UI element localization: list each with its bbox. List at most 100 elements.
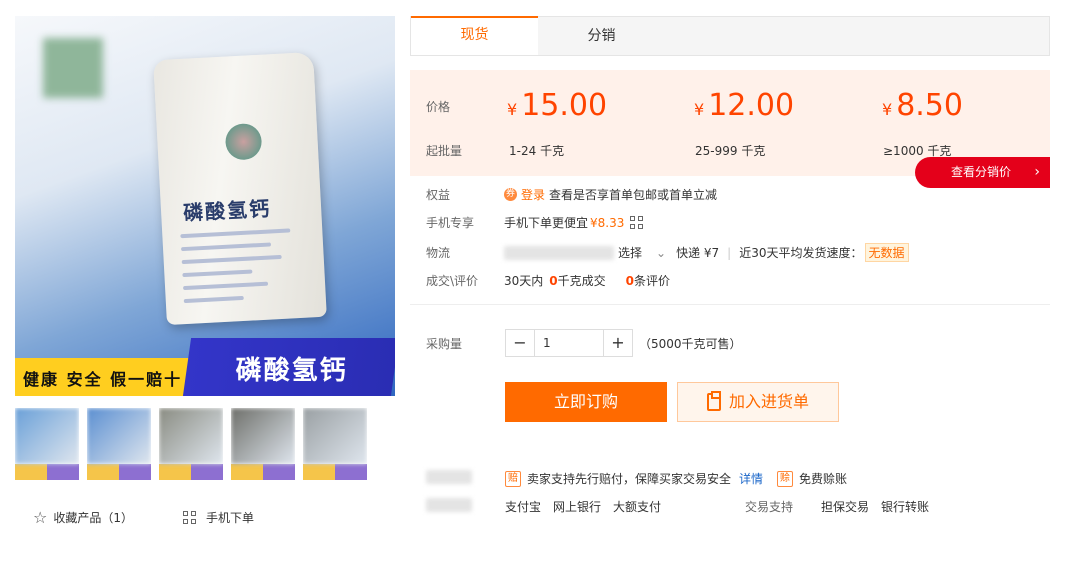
thumbnail-photo [231, 408, 295, 464]
trade-bank-transfer: 银行转账 [881, 500, 930, 514]
mobile-label: 手机专享 [426, 216, 475, 230]
promo-banner-left: 健康 安全 假一赔十 [15, 358, 195, 396]
batch-unit: 千克 [540, 144, 565, 158]
star-icon[interactable]: ☆ [33, 508, 47, 527]
add-to-cart-label: 加入进货单 [728, 392, 809, 411]
payment-alipay: 支付宝 [505, 500, 542, 514]
thumbnail-photo [159, 408, 223, 464]
ship-speed-label: 近30天平均发货速度： [739, 246, 863, 260]
benefit-text: 查看是否享首单包邮或首单立减 [549, 188, 718, 202]
deal-suffix: 千克成交 [557, 274, 606, 288]
quantity-stepper: − 1 + [505, 329, 633, 357]
buy-now-button[interactable]: 立即订购 [505, 382, 667, 422]
distribution-button-label: 查看分销价 [951, 165, 1012, 179]
blurred-label [426, 470, 472, 484]
section-divider [410, 304, 1050, 305]
price-label: 价格 [426, 100, 451, 114]
main-product-image[interactable]: 磷酸氢钙 健康 安全 假一赔十 磷酸氢钙 [15, 16, 395, 396]
benefit-label: 权益 [426, 188, 451, 202]
mobile-text: 手机下单更便宜 [504, 216, 589, 230]
product-page: 磷酸氢钙 健康 安全 假一赔十 磷酸氢钙 ☆ 收藏产品（1） 手机下单 现货 分… [0, 0, 1075, 562]
batch-range: 1-24 [509, 144, 537, 158]
price-value: 12.00 [708, 88, 795, 123]
chevron-right-icon: › [1034, 164, 1040, 180]
logistics-row: 物流 选择 ⌄ 快递 ¥7 | 近30天平均发货速度： 无数据 [426, 243, 909, 262]
trade-escrow: 担保交易 [821, 500, 870, 514]
quantity-row: 采购量 − 1 + （5000千克可售） [426, 329, 742, 357]
clipboard-icon [706, 391, 721, 411]
logistics-label: 物流 [426, 246, 451, 260]
thumbnail-image[interactable] [303, 408, 367, 480]
payment-online-bank: 网上银行 [553, 500, 602, 514]
deal-label: 成交\评价 [426, 274, 479, 288]
qr-code-icon [182, 511, 196, 524]
payment-large-amount: 大额支付 [613, 500, 662, 514]
mobile-order-button[interactable]: 手机下单 [206, 509, 254, 526]
mobile-row: 手机专享 手机下单更便宜 ¥8.33 [426, 214, 653, 231]
quantity-label: 采购量 [426, 336, 463, 351]
free-credit-text: 免费赊账 [799, 472, 848, 486]
price-value: 8.50 [896, 88, 963, 123]
bag-title: 磷酸氢钙 [182, 196, 272, 225]
tab-in-stock[interactable]: 现货 [411, 16, 538, 55]
price-tier-2: ¥12.00 [694, 88, 794, 123]
thumbnail-strip [15, 408, 395, 480]
blurred-logo [43, 38, 103, 98]
increment-button[interactable]: + [604, 330, 632, 356]
trade-support: 交易支持 担保交易 银行转账 [745, 498, 941, 515]
favorite-button[interactable]: 收藏产品（1） [53, 509, 133, 526]
batch-range: 25-999 [695, 144, 738, 158]
gallery-actions: ☆ 收藏产品（1） 手机下单 [33, 508, 254, 527]
thumbnail-banner [87, 464, 151, 480]
promo-product-name: 磷酸氢钙 [235, 356, 348, 386]
thumbnail-banner [159, 464, 223, 480]
promo-slogan: 健康 安全 假一赔十 [23, 370, 183, 389]
thumbnail-image[interactable] [87, 408, 151, 480]
trade-support-label: 交易支持 [745, 500, 794, 514]
add-to-cart-button[interactable]: 加入进货单 [677, 382, 839, 422]
login-link[interactable]: 登录 [521, 186, 545, 203]
thumbnail-image[interactable] [231, 408, 295, 480]
chevron-down-icon[interactable]: ⌄ [656, 246, 666, 260]
guarantee-text: 卖家支持先行赔付，保障买家交易安全 [527, 472, 732, 486]
qr-code-icon[interactable] [630, 216, 644, 229]
price-tier-1: ¥15.00 [507, 88, 607, 123]
purchase-panel: 现货 分销 价格 起批量 ¥15.00 ¥12.00 ¥8.50 1-24 千克… [410, 16, 1050, 514]
thumbnail-photo [303, 408, 367, 464]
divider: | [727, 245, 732, 260]
batch-unit: 千克 [741, 144, 766, 158]
promo-banner-right: 磷酸氢钙 [182, 338, 395, 396]
currency-symbol: ¥ [694, 100, 705, 119]
currency-symbol: ¥ [882, 100, 893, 119]
guarantee-row: 赔 卖家支持先行赔付，保障买家交易安全 详情 赊 免费赊账 [505, 470, 847, 487]
available-stock: （5000千克可售） [639, 336, 742, 351]
compensation-icon: 赔 [505, 470, 521, 487]
batch-range: ≥1000 [883, 144, 924, 158]
thumbnail-banner [15, 464, 79, 480]
thumbnail-image[interactable] [15, 408, 79, 480]
mobile-price: ¥8.33 [590, 215, 625, 230]
coupon-icon: 券 [504, 188, 517, 201]
deal-count: 0 [549, 273, 558, 288]
benefit-row: 权益 券 登录 查看是否享首单包邮或首单立减 [426, 186, 717, 203]
review-suffix[interactable]: 条评价 [634, 272, 670, 289]
thumbnail-banner [231, 464, 295, 480]
logistics-select[interactable]: 选择 [618, 244, 642, 261]
guarantee-label-blurred [426, 470, 472, 484]
thumbnail-banner [303, 464, 367, 480]
review-count: 0 [625, 273, 635, 288]
tab-distribution[interactable]: 分销 [538, 17, 665, 56]
thumbnail-image[interactable] [159, 408, 223, 480]
blurred-label [426, 498, 472, 512]
deal-row: 成交\评价 30天内 0 千克成交 0 条评价 [426, 272, 670, 289]
bag-logo-icon [224, 122, 263, 161]
quantity-input[interactable]: 1 [534, 330, 604, 356]
details-link[interactable]: 详情 [739, 470, 763, 487]
ship-speed-badge: 无数据 [864, 243, 909, 262]
batch-label: 起批量 [426, 144, 463, 158]
price-value: 15.00 [521, 88, 608, 123]
decrement-button[interactable]: − [506, 330, 534, 356]
view-distribution-price-button[interactable]: 查看分销价 › [915, 157, 1050, 188]
deal-prefix: 30天内 [504, 274, 544, 288]
tab-bar: 现货 分销 [410, 16, 1050, 56]
